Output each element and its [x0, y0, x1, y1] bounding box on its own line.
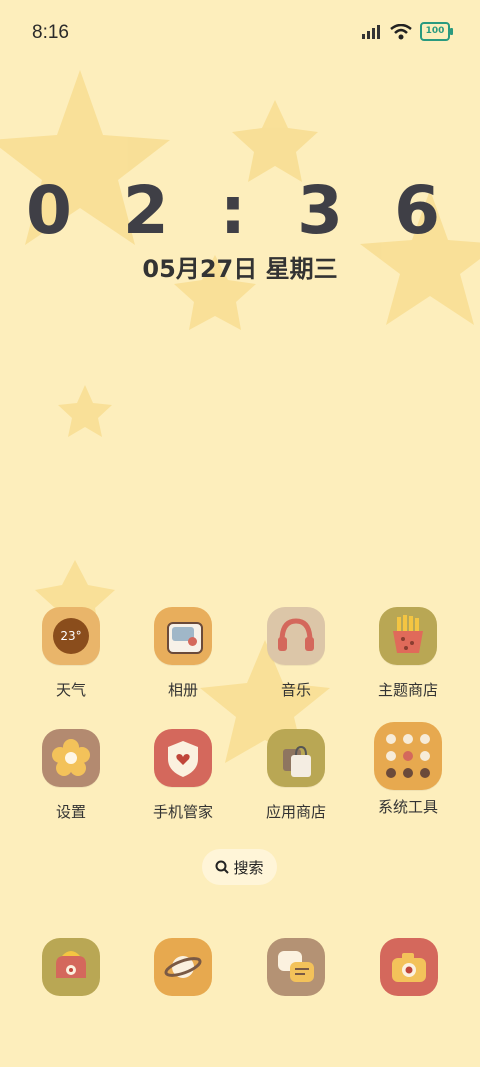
app-label: 天气 [55, 681, 86, 699]
app-label: 应用商店 [265, 803, 326, 821]
dock-messages[interactable] [267, 938, 325, 996]
status-time: 8:16 [32, 22, 69, 43]
app-label: 手机管家 [152, 803, 213, 821]
shopping-bag-icon [267, 729, 325, 787]
shield-heart-icon [154, 729, 212, 787]
clock-widget[interactable]: 0 2 : 3 6 [0, 172, 480, 249]
app-weather[interactable]: 23° 天气 [21, 607, 121, 700]
weather-icon: 23° [42, 607, 100, 665]
gallery-icon [154, 607, 212, 665]
app-phone-manager[interactable]: 手机管家 [133, 729, 233, 822]
app-label: 设置 [55, 803, 86, 821]
fries-icon [379, 607, 437, 665]
app-system-tools[interactable]: 系统工具 [358, 722, 458, 817]
battery-icon: 100 [420, 22, 453, 41]
app-app-store[interactable]: 应用商店 [246, 729, 346, 822]
app-label: 系统工具 [377, 798, 438, 816]
camera-icon [392, 953, 426, 982]
search-icon [215, 860, 230, 874]
app-theme-store[interactable]: 主题商店 [358, 607, 458, 700]
weather-badge: 23° [53, 618, 89, 654]
dock-camera[interactable] [380, 938, 438, 996]
battery-level: 100 [425, 26, 445, 36]
headphones-icon [267, 607, 325, 665]
dock-browser[interactable] [154, 938, 212, 996]
status-icons: 100 [362, 22, 453, 41]
planet-icon [164, 956, 202, 978]
wifi-icon [390, 23, 412, 39]
search-label: 搜索 [233, 858, 264, 877]
tools-folder-icon [374, 722, 442, 790]
app-label: 相册 [167, 681, 198, 699]
app-settings[interactable]: 设置 [21, 729, 121, 822]
search-button[interactable]: 搜索 [202, 849, 277, 885]
phone-icon [56, 951, 86, 978]
background-stars [0, 70, 480, 763]
app-label: 主题商店 [377, 681, 438, 699]
flower-icon [42, 729, 100, 787]
app-gallery[interactable]: 相册 [133, 607, 233, 700]
dock-phone[interactable] [42, 938, 100, 996]
messages-icon [278, 951, 314, 982]
app-music[interactable]: 音乐 [246, 607, 346, 700]
date-label: 05月27日 星期三 [142, 255, 338, 283]
app-label: 音乐 [280, 681, 311, 699]
status-bar: 8:16 100 [0, 0, 480, 68]
signal-icon [362, 24, 380, 39]
